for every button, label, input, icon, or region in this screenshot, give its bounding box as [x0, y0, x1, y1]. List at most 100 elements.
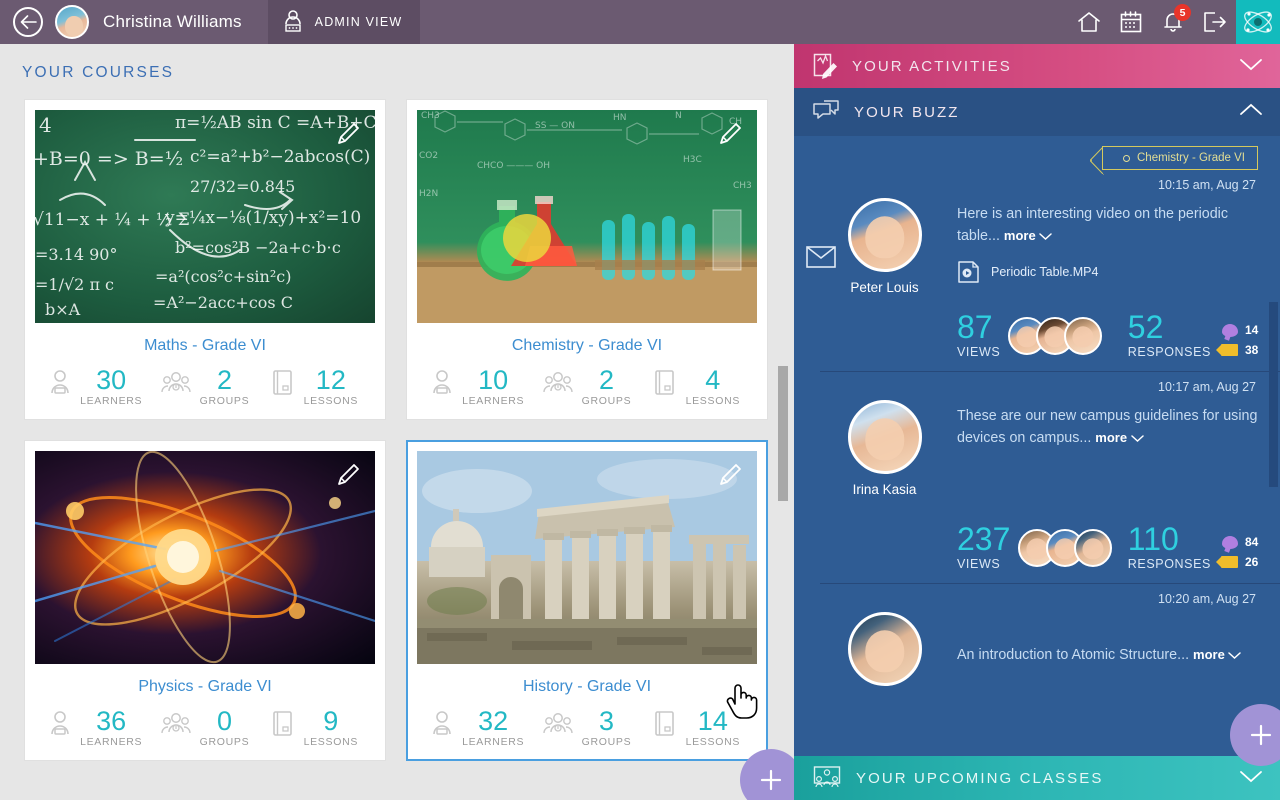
post-text: These are our new campus guidelines for …: [957, 406, 1262, 449]
back-button[interactable]: [13, 7, 43, 37]
pencil-icon[interactable]: [333, 119, 363, 149]
course-tag-label: Chemistry - Grade VI: [1137, 152, 1245, 164]
views-label: VIEWS: [957, 557, 1001, 571]
pencil-icon[interactable]: [333, 460, 363, 490]
more-link[interactable]: more: [1004, 228, 1053, 243]
viewer-avatar: [1074, 529, 1113, 567]
post-text: Here is an interesting video on the peri…: [957, 204, 1262, 247]
comment-bubble-icon: [1222, 535, 1238, 549]
logout-button[interactable]: [1194, 0, 1236, 44]
post-author-block: [812, 612, 957, 686]
chevron-down-icon[interactable]: [1238, 56, 1264, 77]
learner-icon: [433, 711, 451, 735]
chevron-down-icon: [1039, 233, 1053, 241]
lesson-book-icon: [272, 711, 292, 736]
post-timestamp: 10:15 am, Aug 27: [1158, 178, 1256, 192]
viewer-avatars[interactable]: [1008, 317, 1103, 359]
learner-icon: [51, 370, 69, 394]
pencil-icon[interactable]: [715, 119, 745, 149]
envelope-icon[interactable]: [806, 246, 836, 273]
home-button[interactable]: [1068, 0, 1110, 44]
responses-block: 110 RESPONSES 84 26: [1128, 523, 1262, 571]
video-count-row: 38: [1216, 343, 1262, 357]
admin-view-tab[interactable]: ADMIN VIEW: [267, 0, 421, 44]
stat-value: 2: [216, 365, 232, 395]
buzz-post[interactable]: 10:20 am, Aug 27 An introduction to Atom…: [794, 584, 1280, 698]
courses-grid: 4 +B=0 => B=½ π=½AB sin C =A+B+C c²=a²+b…: [0, 82, 790, 761]
stat-groups: 0 GROUPS: [150, 708, 259, 748]
learner-icon: [433, 370, 451, 394]
post-content: These are our new campus guidelines for …: [957, 400, 1262, 497]
svg-text:=3.14 90°: =3.14 90°: [35, 245, 117, 264]
viewer-avatars[interactable]: [1018, 529, 1113, 571]
lesson-book-icon: [654, 370, 674, 395]
course-image-maths: 4 +B=0 => B=½ π=½AB sin C =A+B+C c²=a²+b…: [35, 110, 375, 323]
panel-header-activities[interactable]: YOUR ACTIVITIES: [794, 44, 1280, 88]
buzz-post[interactable]: 10:17 am, Aug 27 Irina Kasia These are o…: [794, 372, 1280, 583]
pencil-icon[interactable]: [715, 460, 745, 490]
svg-text:=1/√2 π c: =1/√2 π c: [35, 275, 114, 294]
courses-section-title: YOUR COURSES: [22, 64, 175, 81]
stat-value: 36: [96, 706, 127, 736]
course-card-chemistry[interactable]: CH3 CO2 SS — ON CHCO ——— OH HN N CH H3C …: [406, 99, 768, 420]
course-stats: 36 LEARNERS 0 GROUPS 9 LESSONS: [35, 708, 375, 752]
atom-energy-art: [35, 451, 375, 664]
app-root: Christina Williams ADMIN VIEW 5 YOUR COU…: [0, 0, 1280, 800]
svg-text:CH3: CH3: [733, 181, 752, 191]
svg-text:CO2: CO2: [419, 151, 438, 161]
chat-bubbles-icon: [813, 100, 839, 119]
post-text-body: An introduction to Atomic Structure...: [957, 647, 1190, 663]
groups-icon: [160, 713, 191, 734]
video-camera-icon: [1216, 344, 1238, 356]
lesson-book-icon: [272, 370, 292, 395]
course-tag-chemistry[interactable]: Chemistry - Grade VI: [1090, 146, 1258, 174]
app-logo-button[interactable]: [1236, 0, 1280, 44]
course-image-chemistry: CH3 CO2 SS — ON CHCO ——— OH HN N CH H3C …: [417, 110, 757, 323]
svg-text:b×A: b×A: [45, 300, 81, 319]
course-title: History - Grade VI: [522, 678, 652, 695]
buzz-post[interactable]: 10:15 am, Aug 27 Peter Louis Here is an …: [794, 170, 1280, 371]
stat-value: 10: [478, 365, 509, 395]
top-bar-actions: 5: [1068, 0, 1280, 44]
svg-text:SS — ON: SS — ON: [535, 121, 575, 131]
post-avatar[interactable]: [847, 612, 922, 686]
avatar[interactable]: [55, 5, 89, 39]
post-metrics: 87 VIEWS 52 RESPONSES 14 38: [812, 311, 1262, 359]
response-breakdown: 14 38: [1216, 323, 1262, 359]
views-count: 87: [957, 309, 993, 345]
stat-value: 30: [96, 365, 127, 395]
stat-value: 4: [705, 365, 721, 395]
stat-learners: 32 LEARNERS: [423, 708, 532, 748]
calendar-button[interactable]: [1110, 0, 1152, 44]
courses-scrollbar-thumb[interactable]: [778, 366, 788, 501]
course-card-maths[interactable]: 4 +B=0 => B=½ π=½AB sin C =A+B+C c²=a²+b…: [24, 99, 386, 420]
responses-metric: 52 RESPONSES: [1128, 311, 1211, 359]
responses-count: 52: [1127, 309, 1164, 345]
panel-title: YOUR ACTIVITIES: [852, 57, 1012, 75]
post-author-block: Peter Louis: [806, 198, 957, 295]
panel-header-upcoming-classes[interactable]: YOUR UPCOMING CLASSES: [794, 756, 1280, 800]
course-title: Physics - Grade VI: [138, 678, 272, 695]
panel-header-buzz[interactable]: YOUR BUZZ: [794, 88, 1280, 136]
svg-text:HN: HN: [613, 113, 627, 123]
stat-value: 2: [598, 365, 614, 395]
course-card-history[interactable]: History - Grade VI 32 LEARNERS 3 GROUPS …: [406, 440, 768, 761]
notifications-button[interactable]: 5: [1152, 0, 1194, 44]
post-avatar[interactable]: [847, 198, 922, 272]
post-author-name: Peter Louis: [850, 280, 919, 295]
buzz-scrollbar-thumb[interactable]: [1269, 302, 1278, 487]
post-avatar[interactable]: [847, 400, 922, 474]
more-link[interactable]: more: [1095, 430, 1144, 445]
stat-value: 14: [697, 706, 728, 736]
chevron-down-icon[interactable]: [1238, 768, 1264, 789]
chevron-up-icon[interactable]: [1238, 102, 1264, 123]
home-icon: [1078, 12, 1100, 32]
course-title: Maths - Grade VI: [144, 337, 266, 354]
more-link[interactable]: more: [1193, 647, 1242, 662]
comment-count-row: 84: [1221, 535, 1262, 549]
post-attachment[interactable]: Periodic Table.MP4: [957, 261, 1262, 283]
stat-lessons: 4 LESSONS: [642, 367, 751, 407]
course-card-physics[interactable]: Physics - Grade VI 36 LEARNERS 0 GROUPS …: [24, 440, 386, 761]
views-metric: 87 VIEWS: [957, 311, 1000, 359]
video-count: 38: [1245, 343, 1259, 357]
